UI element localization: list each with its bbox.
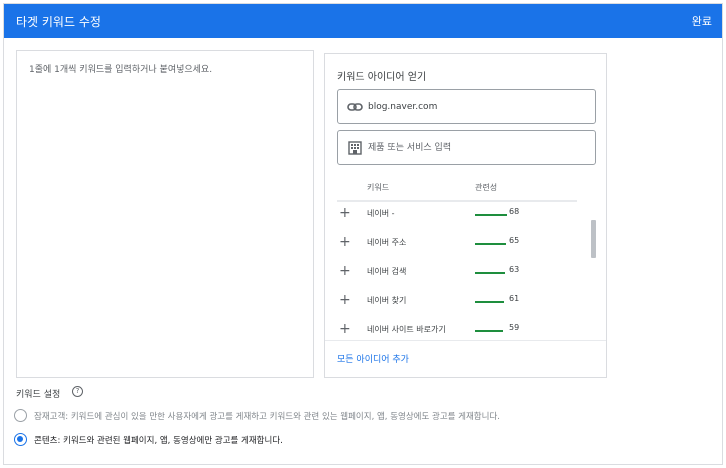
link-icon xyxy=(347,103,363,111)
keyword-idea-text: 네이버 주소 xyxy=(367,238,407,247)
relevance-bar xyxy=(475,272,505,274)
keyword-idea-row[interactable]: + 네이버 검색 63 xyxy=(325,260,595,289)
done-button[interactable]: 완료 xyxy=(692,13,712,29)
plus-icon[interactable]: + xyxy=(339,293,351,307)
dialog-title: 타겟 키워드 수정 xyxy=(16,15,101,29)
keyword-input-box[interactable] xyxy=(16,50,314,378)
relevance-bar xyxy=(475,243,506,245)
relevance-score: 63 xyxy=(509,265,520,274)
relevance-score: 68 xyxy=(509,207,520,216)
relevance-bar xyxy=(475,330,503,332)
relevance-score: 61 xyxy=(509,294,520,303)
column-header-relevance: 관련성 xyxy=(475,183,498,192)
plus-icon[interactable]: + xyxy=(339,322,351,336)
relevance-bar xyxy=(475,214,507,216)
content-radio[interactable] xyxy=(14,433,27,446)
content-option[interactable]: 콘텐츠: 키워드와 관련된 웹페이지, 앱, 동영상에만 광고를 게재합니다. xyxy=(14,432,714,448)
keyword-textarea[interactable] xyxy=(17,51,313,377)
add-all-ideas-button[interactable]: 모든 아이디어 추가 xyxy=(337,352,409,365)
ideas-title: 키워드 아이디어 얻기 xyxy=(337,72,427,83)
dialog-header: 타겟 키워드 수정 완료 xyxy=(4,4,722,38)
content-option-text: 콘텐츠: 키워드와 관련된 웹페이지, 앱, 동영상에만 광고를 게재합니다. xyxy=(34,436,283,446)
edit-keywords-dialog: 타겟 키워드 수정 완료 키워드 아이디어 얻기 xyxy=(3,3,723,465)
relevance-score: 65 xyxy=(509,236,520,245)
product-input[interactable] xyxy=(368,139,588,157)
help-icon[interactable]: ? xyxy=(72,386,83,397)
keyword-ideas-list[interactable]: + 네이버 - 68 + 네이버 주소 65 + 네이버 검색 63 + 네이버… xyxy=(325,202,595,340)
keyword-idea-text: 네이버 검색 xyxy=(367,267,407,276)
store-icon xyxy=(348,141,362,155)
audience-radio[interactable] xyxy=(14,409,27,422)
audience-option-text: 잠재고객: 키워드에 관심이 있을 만한 사용자에게 광고를 게재하고 키워드와… xyxy=(34,412,500,422)
keyword-idea-row[interactable]: + 네이버 찾기 61 xyxy=(325,289,595,318)
keyword-idea-text: 네이버 - xyxy=(367,209,395,218)
keyword-idea-row[interactable]: + 네이버 - 68 xyxy=(325,202,595,231)
ideas-scrollbar[interactable] xyxy=(591,220,596,258)
radio-selected-dot xyxy=(17,436,23,442)
relevance-bar xyxy=(475,301,504,303)
keyword-idea-text: 네이버 찾기 xyxy=(367,296,407,305)
relevance-score: 59 xyxy=(509,323,520,332)
keyword-idea-row[interactable]: + 네이버 사이트 바로가기 59 xyxy=(325,318,595,340)
keyword-ideas-panel: 키워드 아이디어 얻기 키워드 관련성 xyxy=(324,53,607,378)
plus-icon[interactable]: + xyxy=(339,235,351,249)
url-field[interactable] xyxy=(337,89,596,124)
keyword-idea-text: 네이버 사이트 바로가기 xyxy=(367,325,446,334)
ideas-footer-divider xyxy=(325,340,606,341)
keyword-idea-row[interactable]: + 네이버 주소 65 xyxy=(325,231,595,260)
audience-option[interactable]: 잠재고객: 키워드에 관심이 있을 만한 사용자에게 광고를 게재하고 키워드와… xyxy=(14,408,714,424)
url-input[interactable] xyxy=(368,98,588,116)
plus-icon[interactable]: + xyxy=(339,264,351,278)
column-header-keyword: 키워드 xyxy=(367,183,390,192)
keyword-settings-label: 키워드 설정 xyxy=(16,390,61,400)
plus-icon[interactable]: + xyxy=(339,206,351,220)
product-field[interactable] xyxy=(337,130,596,165)
